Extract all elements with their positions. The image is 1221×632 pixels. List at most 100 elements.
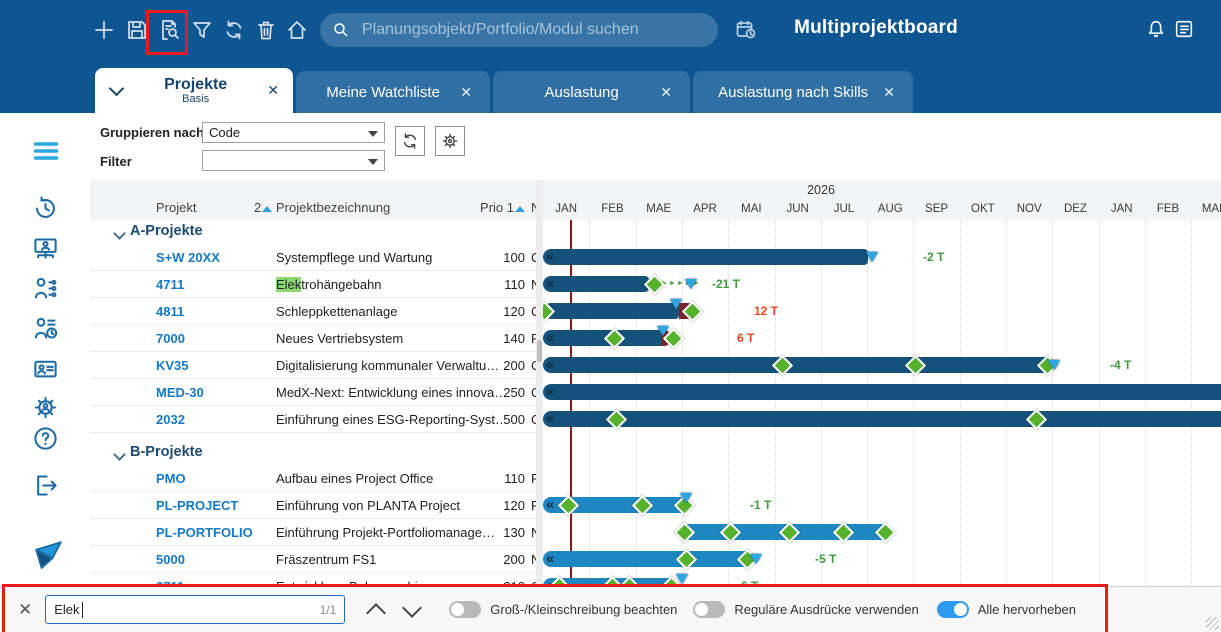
case-sensitive-toggle[interactable] [449,601,481,618]
history-icon[interactable] [32,195,60,223]
highlight-all-toggle[interactable] [937,601,969,618]
id-card-icon[interactable] [32,355,60,383]
table-row[interactable]: 2032Einführung eines ESG-Reporting-Syst…… [90,406,536,433]
trash-icon[interactable] [254,18,278,42]
find-next-button[interactable] [402,598,422,618]
filter-label: Filter [100,154,132,169]
table-row[interactable]: S+W 20XXSystempflege und Wartung100C [90,244,536,271]
tab-auslastung-nach-skills[interactable]: Auslastung nach Skills ✕ [693,71,913,113]
vertical-scrollbar[interactable] [536,180,543,586]
find-input[interactable]: Elek 1/1 [45,595,345,624]
gantt-month-label: NOV [1006,203,1052,215]
gantt-bar[interactable] [543,249,868,265]
close-icon[interactable]: ✕ [263,82,283,99]
column-header-projekt[interactable]: Projekt [156,200,196,215]
scrollbar-thumb[interactable] [537,340,542,362]
calendar-clock-icon[interactable] [734,18,758,42]
close-icon[interactable]: ✕ [656,84,676,101]
table-row[interactable]: 4811Schleppkettenanlage120C [90,298,536,325]
resources-structure-icon[interactable] [32,275,60,303]
sort-indicator-2[interactable]: 2 [254,200,272,215]
gantt-row: «►►►►►-21 T [543,271,1221,298]
project-name: Einführung von PLANTA Project [276,498,460,513]
group-header-row[interactable]: A-Projekte [90,220,536,244]
logout-icon[interactable] [32,472,60,500]
settings-gear-button[interactable] [435,126,465,156]
project-code-link[interactable]: S+W 20XX [156,250,220,265]
chevron-down-icon[interactable] [113,227,126,240]
gantt-bar[interactable] [543,384,1221,400]
menu-hamburger-icon[interactable] [32,137,60,165]
close-icon[interactable]: ✕ [879,84,899,101]
gantt-bar[interactable] [543,357,1050,373]
project-code-link[interactable]: 5000 [156,552,185,567]
project-name: Schleppkettenanlage [276,304,397,319]
chevron-down-icon[interactable] [109,81,125,97]
column-header-projektbezeichnung[interactable]: Projektbezeichnung [276,200,390,215]
group-header-row[interactable]: B-Projekte [90,441,536,465]
gantt-bar[interactable] [543,411,1221,427]
find-previous-button[interactable] [366,603,386,623]
table-row[interactable]: PMOAufbau eines Project Office110F [90,465,536,492]
group-by-value: Code [209,125,240,140]
tab-auslastung[interactable]: Auslastung ✕ [493,71,690,113]
search-highlight: Elek [276,277,301,292]
project-prio: 500 [470,412,525,427]
help-icon[interactable] [32,425,60,453]
refresh-icon[interactable] [222,18,246,42]
table-row[interactable]: MED-30MedX-Next: Entwicklung eines innov… [90,379,536,406]
gantt-month-label: MAE [636,203,682,215]
filter-dropdown[interactable] [202,150,385,171]
gantt-bar[interactable] [543,276,649,292]
gantt-month-label: DEZ [1052,203,1098,215]
project-code-link[interactable]: PMO [156,471,186,486]
close-icon[interactable]: ✕ [456,84,476,101]
panel-list-icon[interactable] [1173,18,1197,42]
module-search-icon[interactable] [157,18,181,42]
tab-projekte[interactable]: Projekte Basis ✕ [95,68,293,113]
project-code-link[interactable]: 6711 [156,579,184,586]
global-search-input[interactable] [360,20,706,40]
gantt-bar[interactable] [543,303,679,319]
column-header-prio[interactable]: Prio 1 [470,200,525,215]
table-row[interactable]: 7000Neues Vertriebsystem140F [90,325,536,352]
bar-start-cap-icon: « [546,551,553,567]
table-row[interactable]: KV35Digitalisierung kommunaler Verwaltu…… [90,352,536,379]
org-board-icon[interactable] [32,235,60,263]
gantt-bar[interactable] [543,551,749,567]
end-date-triangle-icon [1048,360,1060,370]
time-recording-icon[interactable] [32,315,60,343]
add-icon[interactable] [92,18,116,42]
user-settings-gear-icon[interactable] [32,394,60,422]
table-row[interactable]: PL-PORTFOLIOEinführung Projekt-Portfolio… [90,519,536,546]
sort-up-icon [515,206,525,212]
table-row[interactable]: 6711Entwicklung Bohrmaschine210C [90,573,536,586]
resize-grip[interactable] [1206,617,1219,630]
project-code-link[interactable]: 4711 [156,277,184,292]
tab-meine-watchliste[interactable]: Meine Watchliste ✕ [296,71,490,113]
home-icon[interactable] [285,18,309,42]
refresh-view-button[interactable] [395,126,425,156]
notifications-bell-icon[interactable] [1145,18,1169,42]
chevron-down-icon[interactable] [113,448,126,461]
group-by-dropdown[interactable]: Code [202,122,385,143]
end-date-triangle-icon [866,252,878,262]
project-code-link[interactable]: MED-30 [156,385,204,400]
table-row[interactable]: 5000Fräszentrum FS1200N [90,546,536,573]
project-name: Fräszentrum FS1 [276,552,376,567]
save-icon[interactable] [125,18,149,42]
project-code-link[interactable]: 7000 [156,331,185,346]
global-search[interactable] [320,13,718,47]
close-icon[interactable]: ✕ [18,600,32,620]
table-row[interactable]: 4711Elektrohängebahn110N [90,271,536,298]
project-code-link[interactable]: 4811 [156,304,184,319]
project-code-link[interactable]: KV35 [156,358,189,373]
filter-icon[interactable] [190,18,214,42]
project-code-link[interactable]: PL-PORTFOLIO [156,525,253,540]
project-code-link[interactable]: PL-PROJECT [156,498,238,513]
main-panel: Gruppieren nach Code Filter Projekt 2 Pr… [90,113,1221,632]
table-row[interactable]: PL-PROJECTEinführung von PLANTA Project1… [90,492,536,519]
regex-toggle[interactable] [693,601,725,618]
project-code-link[interactable]: 2032 [156,412,185,427]
toggle-knob [695,603,708,616]
